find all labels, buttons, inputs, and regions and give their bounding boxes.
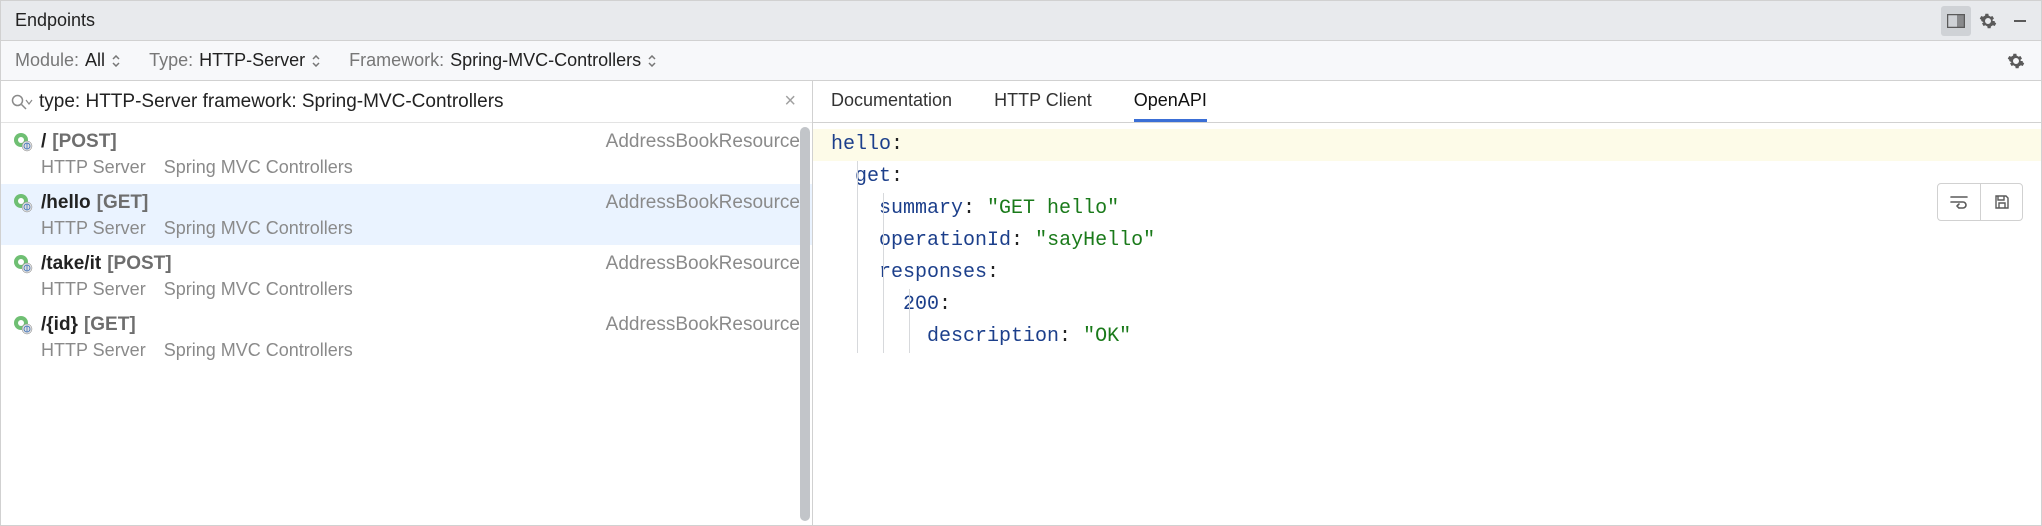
endpoint-resource: AddressBookResource <box>606 253 800 275</box>
editor-toolbar <box>1937 183 2023 221</box>
module-filter[interactable]: Module: All <box>15 50 121 71</box>
module-filter-value: All <box>85 50 105 71</box>
layout-toggle-button[interactable] <box>1941 6 1971 36</box>
endpoint-path: /hello <box>41 192 91 214</box>
updown-icon <box>647 55 657 67</box>
endpoint-path: /take/it <box>41 253 101 275</box>
type-filter-value: HTTP-Server <box>199 50 305 71</box>
endpoint-tag: HTTP Server <box>41 218 146 239</box>
endpoint-tag: HTTP Server <box>41 157 146 178</box>
tab-http-client[interactable]: HTTP Client <box>994 81 1092 122</box>
tab-documentation[interactable]: Documentation <box>831 81 952 122</box>
updown-icon <box>311 55 321 67</box>
openapi-editor[interactable]: hello: get: summary: "GET hello" operati… <box>813 123 2041 525</box>
save-button[interactable] <box>1980 184 2022 220</box>
endpoint-icon <box>13 193 33 213</box>
search-bar: type: HTTP-Server framework: Spring-MVC-… <box>1 81 812 123</box>
gear-icon <box>2007 52 2025 70</box>
yaml-key: get <box>855 165 891 188</box>
endpoint-method: [GET] <box>97 192 149 214</box>
endpoint-tag: Spring MVC Controllers <box>164 279 353 300</box>
detail-pane: Documentation HTTP Client OpenAPI hello:… <box>813 81 2041 525</box>
tab-openapi[interactable]: OpenAPI <box>1134 81 1207 122</box>
settings-button[interactable] <box>1973 6 2003 36</box>
yaml-value: "GET hello" <box>987 197 1119 220</box>
minimize-button[interactable] <box>2005 6 2035 36</box>
endpoint-tag: HTTP Server <box>41 279 146 300</box>
updown-icon <box>111 55 121 67</box>
gear-icon <box>1979 12 1997 30</box>
endpoint-method: [POST] <box>52 131 116 153</box>
endpoint-tag: Spring MVC Controllers <box>164 157 353 178</box>
clear-search-button[interactable]: × <box>778 90 802 113</box>
search-input[interactable]: type: HTTP-Server framework: Spring-MVC-… <box>39 91 778 113</box>
layout-icon <box>1947 14 1965 28</box>
scrollbar[interactable] <box>800 127 810 521</box>
endpoint-list-pane: type: HTTP-Server framework: Spring-MVC-… <box>1 81 813 525</box>
endpoint-row[interactable]: /hello [GET] AddressBookResource HTTP Serv… <box>1 184 812 245</box>
yaml-key: operationId <box>879 229 1011 252</box>
endpoint-row[interactable]: /{id} [GET] AddressBookResource HTTP Serve… <box>1 306 812 367</box>
minimize-icon <box>2012 13 2028 29</box>
endpoint-row[interactable]: / [POST] AddressBookResource HTTP Server Sp… <box>1 123 812 184</box>
yaml-key: summary <box>879 197 963 220</box>
framework-filter-value: Spring-MVC-Controllers <box>450 50 641 71</box>
endpoint-icon <box>13 315 33 335</box>
yaml-key: responses <box>879 261 987 284</box>
endpoint-tag: Spring MVC Controllers <box>164 340 353 361</box>
soft-wrap-button[interactable] <box>1938 184 1980 220</box>
titlebar: Endpoints <box>1 1 2041 41</box>
type-filter-label: Type: <box>149 50 193 71</box>
endpoint-resource: AddressBookResource <box>606 314 800 336</box>
endpoint-resource: AddressBookResource <box>606 131 800 153</box>
yaml-key: description <box>927 325 1059 348</box>
yaml-value: "OK" <box>1083 325 1131 348</box>
module-filter-label: Module: <box>15 50 79 71</box>
yaml-key: hello <box>831 133 891 156</box>
endpoint-path: /{id} <box>41 314 78 336</box>
endpoint-row[interactable]: /take/it [POST] AddressBookResource HTTP S… <box>1 245 812 306</box>
save-icon <box>1994 194 2010 210</box>
endpoint-method: [POST] <box>107 253 171 275</box>
endpoint-icon <box>13 254 33 274</box>
wrap-icon <box>1949 194 1969 210</box>
endpoint-path: / <box>41 131 46 153</box>
endpoint-method: [GET] <box>84 314 136 336</box>
endpoint-list: / [POST] AddressBookResource HTTP Server Sp… <box>1 123 812 525</box>
endpoint-tag: Spring MVC Controllers <box>164 218 353 239</box>
framework-filter[interactable]: Framework: Spring-MVC-Controllers <box>349 50 657 71</box>
filter-bar: Module: All Type: HTTP-Server Framework:… <box>1 41 2041 81</box>
panel-title: Endpoints <box>15 10 95 31</box>
search-icon <box>11 94 33 110</box>
framework-filter-label: Framework: <box>349 50 444 71</box>
detail-tabs: Documentation HTTP Client OpenAPI <box>813 81 2041 123</box>
endpoint-tag: HTTP Server <box>41 340 146 361</box>
filter-settings-button[interactable] <box>2001 46 2031 76</box>
yaml-value: "sayHello" <box>1035 229 1155 252</box>
endpoint-resource: AddressBookResource <box>606 192 800 214</box>
type-filter[interactable]: Type: HTTP-Server <box>149 50 321 71</box>
endpoint-icon <box>13 132 33 152</box>
